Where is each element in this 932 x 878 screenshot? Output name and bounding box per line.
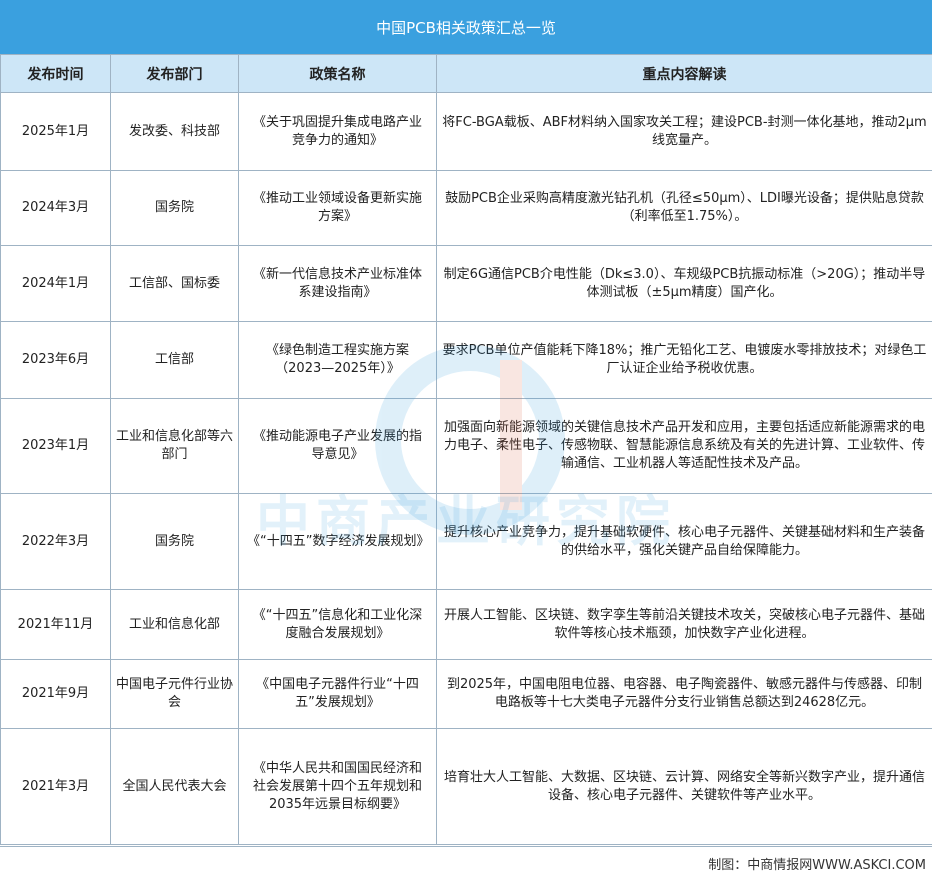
cell-content: 将FC-BGA载板、ABF材料纳入国家攻关工程；建设PCB-封测一体化基地，推动… bbox=[436, 92, 932, 171]
page: 中国PCB相关政策汇总一览 发布时间 发布部门 政策名称 重点内容解读 2025… bbox=[0, 0, 932, 878]
table-row: 2021年3月 全国人民代表大会 《中华人民共和国国民经济和社会发展第十四个五年… bbox=[0, 728, 932, 845]
cell-content: 加强面向新能源领域的关键信息技术产品开发和应用，主要包括适应新能源需求的电力电子… bbox=[436, 398, 932, 494]
header-dept: 发布部门 bbox=[110, 54, 239, 93]
policy-table: 发布时间 发布部门 政策名称 重点内容解读 2025年1月 发改委、科技部 《关… bbox=[0, 54, 932, 845]
cell-dept: 工业和信息化部等六部门 bbox=[110, 398, 239, 494]
cell-policy: 《中华人民共和国国民经济和社会发展第十四个五年规划和2035年远景目标纲要》 bbox=[238, 728, 437, 845]
cell-date: 2024年3月 bbox=[0, 170, 111, 246]
table-row: 2023年1月 工业和信息化部等六部门 《推动能源电子产业发展的指导意见》 加强… bbox=[0, 398, 932, 494]
table-row: 2024年1月 工信部、国标委 《新一代信息技术产业标准体系建设指南》 制定6G… bbox=[0, 245, 932, 322]
cell-policy: 《推动能源电子产业发展的指导意见》 bbox=[238, 398, 437, 494]
table-row: 2023年6月 工信部 《绿色制造工程实施方案（2023—2025年）》 要求P… bbox=[0, 321, 932, 399]
cell-policy: 《绿色制造工程实施方案（2023—2025年）》 bbox=[238, 321, 437, 399]
cell-date: 2021年9月 bbox=[0, 659, 111, 729]
cell-policy: 《中国电子元器件行业“十四五”发展规划》 bbox=[238, 659, 437, 729]
table-row: 2021年9月 中国电子元件行业协会 《中国电子元器件行业“十四五”发展规划》 … bbox=[0, 659, 932, 729]
table-row: 2025年1月 发改委、科技部 《关于巩固提升集成电路产业竞争力的通知》 将FC… bbox=[0, 92, 932, 171]
cell-dept: 国务院 bbox=[110, 493, 239, 590]
header-content: 重点内容解读 bbox=[436, 54, 932, 93]
header-policy: 政策名称 bbox=[238, 54, 437, 93]
cell-policy: 《推动工业领域设备更新实施方案》 bbox=[238, 170, 437, 246]
cell-date: 2025年1月 bbox=[0, 92, 111, 171]
cell-date: 2021年11月 bbox=[0, 589, 111, 660]
cell-dept: 中国电子元件行业协会 bbox=[110, 659, 239, 729]
cell-date: 2024年1月 bbox=[0, 245, 111, 322]
cell-policy: 《新一代信息技术产业标准体系建设指南》 bbox=[238, 245, 437, 322]
cell-content: 培育壮大人工智能、大数据、区块链、云计算、网络安全等新兴数字产业，提升通信设备、… bbox=[436, 728, 932, 845]
footer-credit: 制图：中商情报网WWW.ASKCI.COM bbox=[708, 858, 926, 873]
cell-policy: 《“十四五”信息化和工业化深度融合发展规划》 bbox=[238, 589, 437, 660]
cell-dept: 工信部、国标委 bbox=[110, 245, 239, 322]
cell-policy: 《关于巩固提升集成电路产业竞争力的通知》 bbox=[238, 92, 437, 171]
cell-content: 开展人工智能、区块链、数字孪生等前沿关键技术攻关，突破核心电子元器件、基础软件等… bbox=[436, 589, 932, 660]
header-date: 发布时间 bbox=[0, 54, 111, 93]
cell-content: 鼓励PCB企业采购高精度激光钻孔机（孔径≤50μm）、LDI曝光设备；提供贴息贷… bbox=[436, 170, 932, 246]
cell-date: 2022年3月 bbox=[0, 493, 111, 590]
cell-dept: 全国人民代表大会 bbox=[110, 728, 239, 845]
cell-date: 2021年3月 bbox=[0, 728, 111, 845]
cell-policy: 《“十四五”数字经济发展规划》 bbox=[238, 493, 437, 590]
page-title: 中国PCB相关政策汇总一览 bbox=[0, 0, 932, 54]
table-row: 2022年3月 国务院 《“十四五”数字经济发展规划》 提升核心产业竞争力，提升… bbox=[0, 493, 932, 590]
cell-content: 到2025年，中国电阻电位器、电容器、电子陶瓷器件、敏感元器件与传感器、印制电路… bbox=[436, 659, 932, 729]
table-row: 2024年3月 国务院 《推动工业领域设备更新实施方案》 鼓励PCB企业采购高精… bbox=[0, 170, 932, 246]
footer: 制图：中商情报网WWW.ASKCI.COM bbox=[0, 846, 932, 878]
cell-dept: 工信部 bbox=[110, 321, 239, 399]
cell-dept: 工业和信息化部 bbox=[110, 589, 239, 660]
cell-dept: 国务院 bbox=[110, 170, 239, 246]
cell-date: 2023年6月 bbox=[0, 321, 111, 399]
cell-date: 2023年1月 bbox=[0, 398, 111, 494]
cell-content: 要求PCB单位产值能耗下降18%；推广无铅化工艺、电镀废水零排放技术；对绿色工厂… bbox=[436, 321, 932, 399]
cell-content: 提升核心产业竞争力，提升基础软硬件、核心电子元器件、关键基础材料和生产装备的供给… bbox=[436, 493, 932, 590]
table-header-row: 发布时间 发布部门 政策名称 重点内容解读 bbox=[0, 54, 932, 93]
table-row: 2021年11月 工业和信息化部 《“十四五”信息化和工业化深度融合发展规划》 … bbox=[0, 589, 932, 660]
cell-dept: 发改委、科技部 bbox=[110, 92, 239, 171]
cell-content: 制定6G通信PCB介电性能（Dk≤3.0）、车规级PCB抗振动标准（>20G）；… bbox=[436, 245, 932, 322]
